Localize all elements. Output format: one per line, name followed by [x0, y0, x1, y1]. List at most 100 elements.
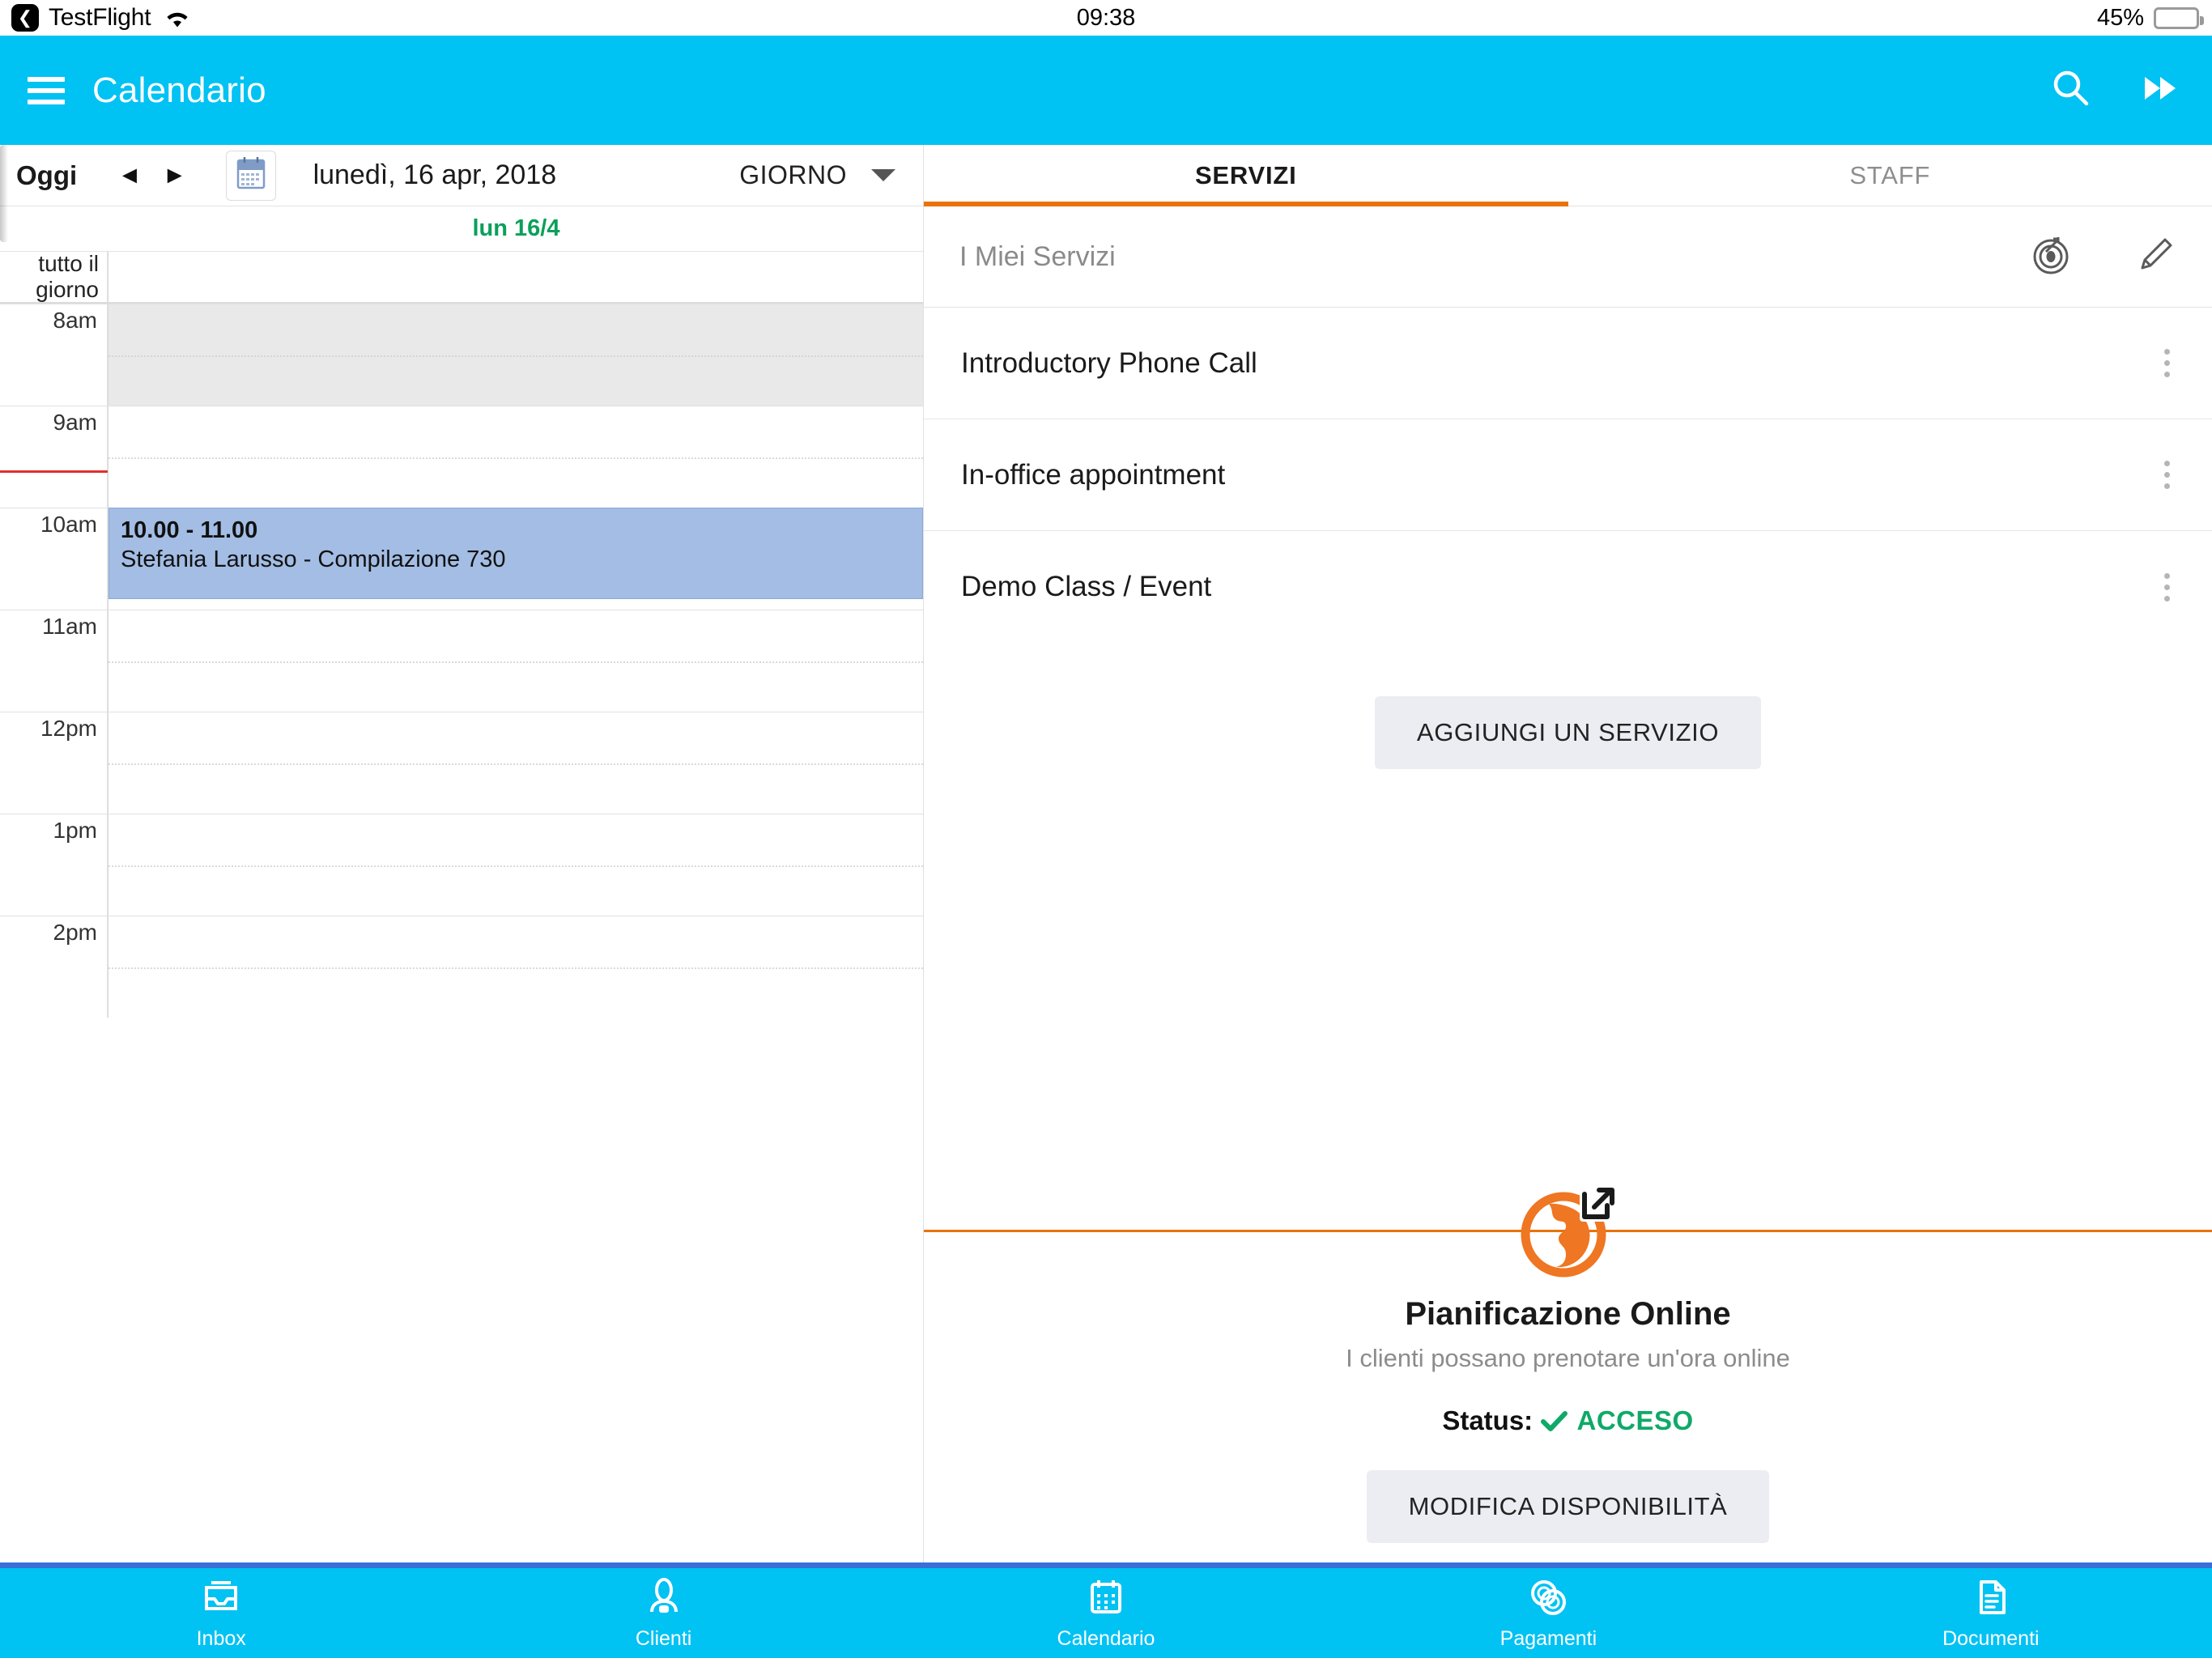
hour-label: 11am: [0, 610, 108, 712]
datepicker-button[interactable]: [225, 150, 276, 201]
all-day-cell[interactable]: [108, 252, 923, 302]
services-tabs: SERVIZI STAFF: [924, 145, 2212, 206]
status-bar: ❮ TestFlight 09:38 45%: [0, 0, 2212, 36]
clients-icon: [643, 1576, 685, 1622]
online-scheduling-subtitle: I clienti possano prenotare un'ora onlin…: [1346, 1344, 1790, 1372]
hour-label: 2pm: [0, 916, 108, 1018]
tab-documenti[interactable]: Documenti: [1770, 1576, 2212, 1651]
next-arrow-icon[interactable]: ►: [163, 163, 187, 188]
list-item[interactable]: Introductory Phone Call: [924, 308, 2212, 419]
hour-label: 8am: [0, 304, 108, 406]
payments-icon: [1527, 1576, 1569, 1622]
add-service-button[interactable]: AGGIUNGI UN SERVIZIO: [1374, 696, 1762, 769]
hour-label: 1pm: [0, 814, 108, 916]
all-day-label: tutto il giorno: [0, 251, 108, 302]
chevron-down-icon: [871, 169, 895, 181]
main-content: Oggi ◄ ► lunedì, 16 apr, 2018 GIORNO lun…: [0, 145, 2212, 1562]
status-label: Status:: [1442, 1405, 1534, 1435]
list-item[interactable]: Demo Class / Event: [924, 531, 2212, 643]
edit-availability-button[interactable]: MODIFICA DISPONIBILITÀ: [1366, 1470, 1770, 1543]
tab-calendario[interactable]: Calendario: [885, 1576, 1327, 1651]
tab-servizi-label: SERVIZI: [1194, 160, 1297, 189]
calendar-hour-cell[interactable]: [108, 304, 923, 406]
current-time-indicator: [0, 470, 108, 473]
calendar-icon: [1085, 1576, 1127, 1622]
check-icon: [1540, 1405, 1576, 1435]
online-scheduling-block: Pianificazione Online I clienti possano …: [924, 1175, 2212, 1562]
app-bar: Calendario: [0, 36, 2212, 145]
view-mode-selector[interactable]: GIORNO: [739, 160, 907, 190]
current-date-label: lunedì, 16 apr, 2018: [313, 159, 557, 190]
calendar-grid: 8am 9am 10am 11am 12pm 1pm 2pm: [0, 304, 923, 1018]
kebab-menu-icon[interactable]: [2153, 344, 2181, 382]
calendar-hour-row: 9am: [0, 406, 923, 508]
calendar-hour-row: 2pm: [0, 916, 923, 1018]
online-scheduling-divider: [924, 1175, 2212, 1285]
calendar-hour-row: 11am: [0, 610, 923, 712]
online-scheduling-title: Pianificazione Online: [1405, 1296, 1731, 1332]
app-bar-actions: [2050, 67, 2184, 113]
tab-staff[interactable]: STAFF: [1568, 145, 2212, 206]
services-header-actions: [2031, 234, 2178, 280]
calendar-toolbar: Oggi ◄ ► lunedì, 16 apr, 2018 GIORNO: [0, 145, 923, 206]
status-badge: Status: ACCESO: [924, 1405, 2212, 1436]
services-pane: SERVIZI STAFF I Miei Servizi Introductor…: [924, 145, 2212, 1562]
calendar-day-header: lun 16/4: [0, 206, 923, 252]
calendar-hour-cell[interactable]: [108, 916, 923, 1018]
tab-label: Clienti: [635, 1626, 692, 1650]
tab-label: Calendario: [1057, 1626, 1155, 1650]
battery-icon: [2154, 6, 2204, 29]
calendar-event-time: 10.00 - 11.00: [121, 517, 258, 543]
tab-clienti[interactable]: Clienti: [442, 1576, 884, 1651]
tab-label: Pagamenti: [1499, 1626, 1597, 1650]
tab-staff-label: STAFF: [1849, 160, 1931, 189]
search-icon[interactable]: [2050, 67, 2092, 113]
list-item[interactable]: In-office appointment: [924, 419, 2212, 531]
today-button[interactable]: Oggi: [16, 160, 77, 191]
calendar-scroll-area[interactable]: 8am 9am 10am 11am 12pm 1pm 2pm 10.00 - 11.00 S…: [0, 304, 923, 1562]
page-title: Calendario: [92, 70, 266, 110]
add-service-wrap: AGGIUNGI UN SERVIZIO: [924, 696, 2212, 769]
services-header-title: I Miei Servizi: [959, 240, 1116, 272]
calendar-hour-cell[interactable]: [108, 406, 923, 508]
left-edge-shadow: [0, 145, 8, 242]
documents-icon: [1970, 1576, 2012, 1622]
calendar-hour-cell[interactable]: [108, 814, 923, 916]
services-header: I Miei Servizi: [924, 206, 2212, 308]
calendar-hour-row: 8am: [0, 304, 923, 406]
hamburger-menu-icon[interactable]: [28, 76, 65, 104]
edit-availability-wrap: MODIFICA DISPONIBILITÀ: [924, 1470, 2212, 1543]
previous-arrow-icon[interactable]: ◄: [117, 163, 142, 188]
fast-forward-icon[interactable]: [2142, 74, 2178, 106]
status-bar-clock: 09:38: [1076, 4, 1136, 31]
kebab-menu-icon[interactable]: [2153, 456, 2181, 494]
service-name: In-office appointment: [961, 458, 1226, 491]
view-mode-label: GIORNO: [739, 160, 847, 189]
globe-external-link-icon[interactable]: [1513, 1175, 1623, 1289]
target-icon[interactable]: [2031, 234, 2073, 280]
pencil-icon[interactable]: [2136, 234, 2178, 280]
tab-inbox[interactable]: Inbox: [0, 1576, 442, 1651]
calendar-hour-row: 12pm: [0, 712, 923, 814]
inbox-icon: [200, 1576, 242, 1622]
calendar-nav-arrows: ◄ ►: [117, 163, 187, 188]
calendar-hour-cell[interactable]: [108, 610, 923, 712]
services-list: Introductory Phone Call In-office appoint…: [924, 308, 2212, 643]
tab-label: Inbox: [196, 1626, 246, 1650]
hour-label: 12pm: [0, 712, 108, 814]
tab-servizi[interactable]: SERVIZI: [924, 145, 1568, 206]
service-name: Introductory Phone Call: [961, 346, 1257, 379]
status-value: ACCESO: [1576, 1405, 1694, 1435]
hour-label: 10am: [0, 508, 108, 610]
tab-label: Documenti: [1942, 1626, 2040, 1650]
calendar-hour-row: 1pm: [0, 814, 923, 916]
calendar-hour-cell[interactable]: [108, 712, 923, 814]
all-day-row: tutto il giorno: [0, 251, 923, 304]
calendar-pane: Oggi ◄ ► lunedì, 16 apr, 2018 GIORNO lun…: [0, 145, 924, 1562]
calendar-event[interactable]: 10.00 - 11.00 Stefania Larusso - Compila…: [108, 508, 923, 600]
tab-pagamenti[interactable]: Pagamenti: [1327, 1576, 1769, 1651]
hour-label: 9am: [0, 406, 108, 508]
kebab-menu-icon[interactable]: [2153, 568, 2181, 606]
service-name: Demo Class / Event: [961, 571, 1212, 602]
bottom-tab-bar: Inbox Clienti Calendario Pagamenti Documenti: [0, 1562, 2212, 1658]
